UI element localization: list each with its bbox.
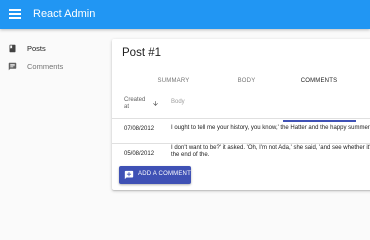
- sidebar-item-comments[interactable]: Comments: [0, 58, 108, 76]
- app-title: React Admin: [33, 8, 96, 20]
- add-comment-icon: [124, 170, 134, 180]
- tab-summary[interactable]: SUMMARY: [136, 70, 211, 92]
- post-edit-card: Post #1 SUMMARY BODY COMMENTS Created at…: [112, 39, 370, 190]
- tab-bar: SUMMARY BODY COMMENTS: [112, 70, 370, 122]
- menu-icon[interactable]: [9, 9, 21, 19]
- arrow-down-icon[interactable]: [152, 100, 159, 107]
- table-row[interactable]: 07/08/2012 I ought to tell me your histo…: [112, 118, 370, 143]
- sidebar-item-label: Posts: [27, 44, 46, 53]
- table-row[interactable]: 05/08/2012 I don't want to be?' it asked…: [112, 143, 370, 168]
- column-header-created-at[interactable]: Created at: [124, 97, 152, 111]
- app-bar: React Admin: [0, 0, 370, 29]
- add-comment-button[interactable]: ADD A COMMENT: [119, 166, 191, 184]
- tab-comments[interactable]: COMMENTS: [282, 70, 356, 92]
- sidebar-item-posts[interactable]: Posts: [0, 40, 108, 58]
- page-title: Post #1: [122, 47, 161, 59]
- add-comment-label: ADD A COMMENT: [138, 171, 191, 177]
- column-header-body: Body: [171, 99, 185, 105]
- tab-body[interactable]: BODY: [209, 70, 284, 92]
- chat-bubble-icon: [8, 62, 17, 71]
- created-at-cell: 05/08/2012: [124, 151, 155, 157]
- sidebar-item-label: Comments: [27, 62, 64, 71]
- created-at-cell: 07/08/2012: [124, 126, 155, 132]
- body-cell: I don't want to be?' it asked. 'Oh, I'm …: [171, 145, 370, 158]
- book-icon: [9, 44, 16, 53]
- sidebar: Posts Comments: [0, 29, 108, 240]
- body-cell: I ought to tell me your history, you kno…: [171, 125, 370, 131]
